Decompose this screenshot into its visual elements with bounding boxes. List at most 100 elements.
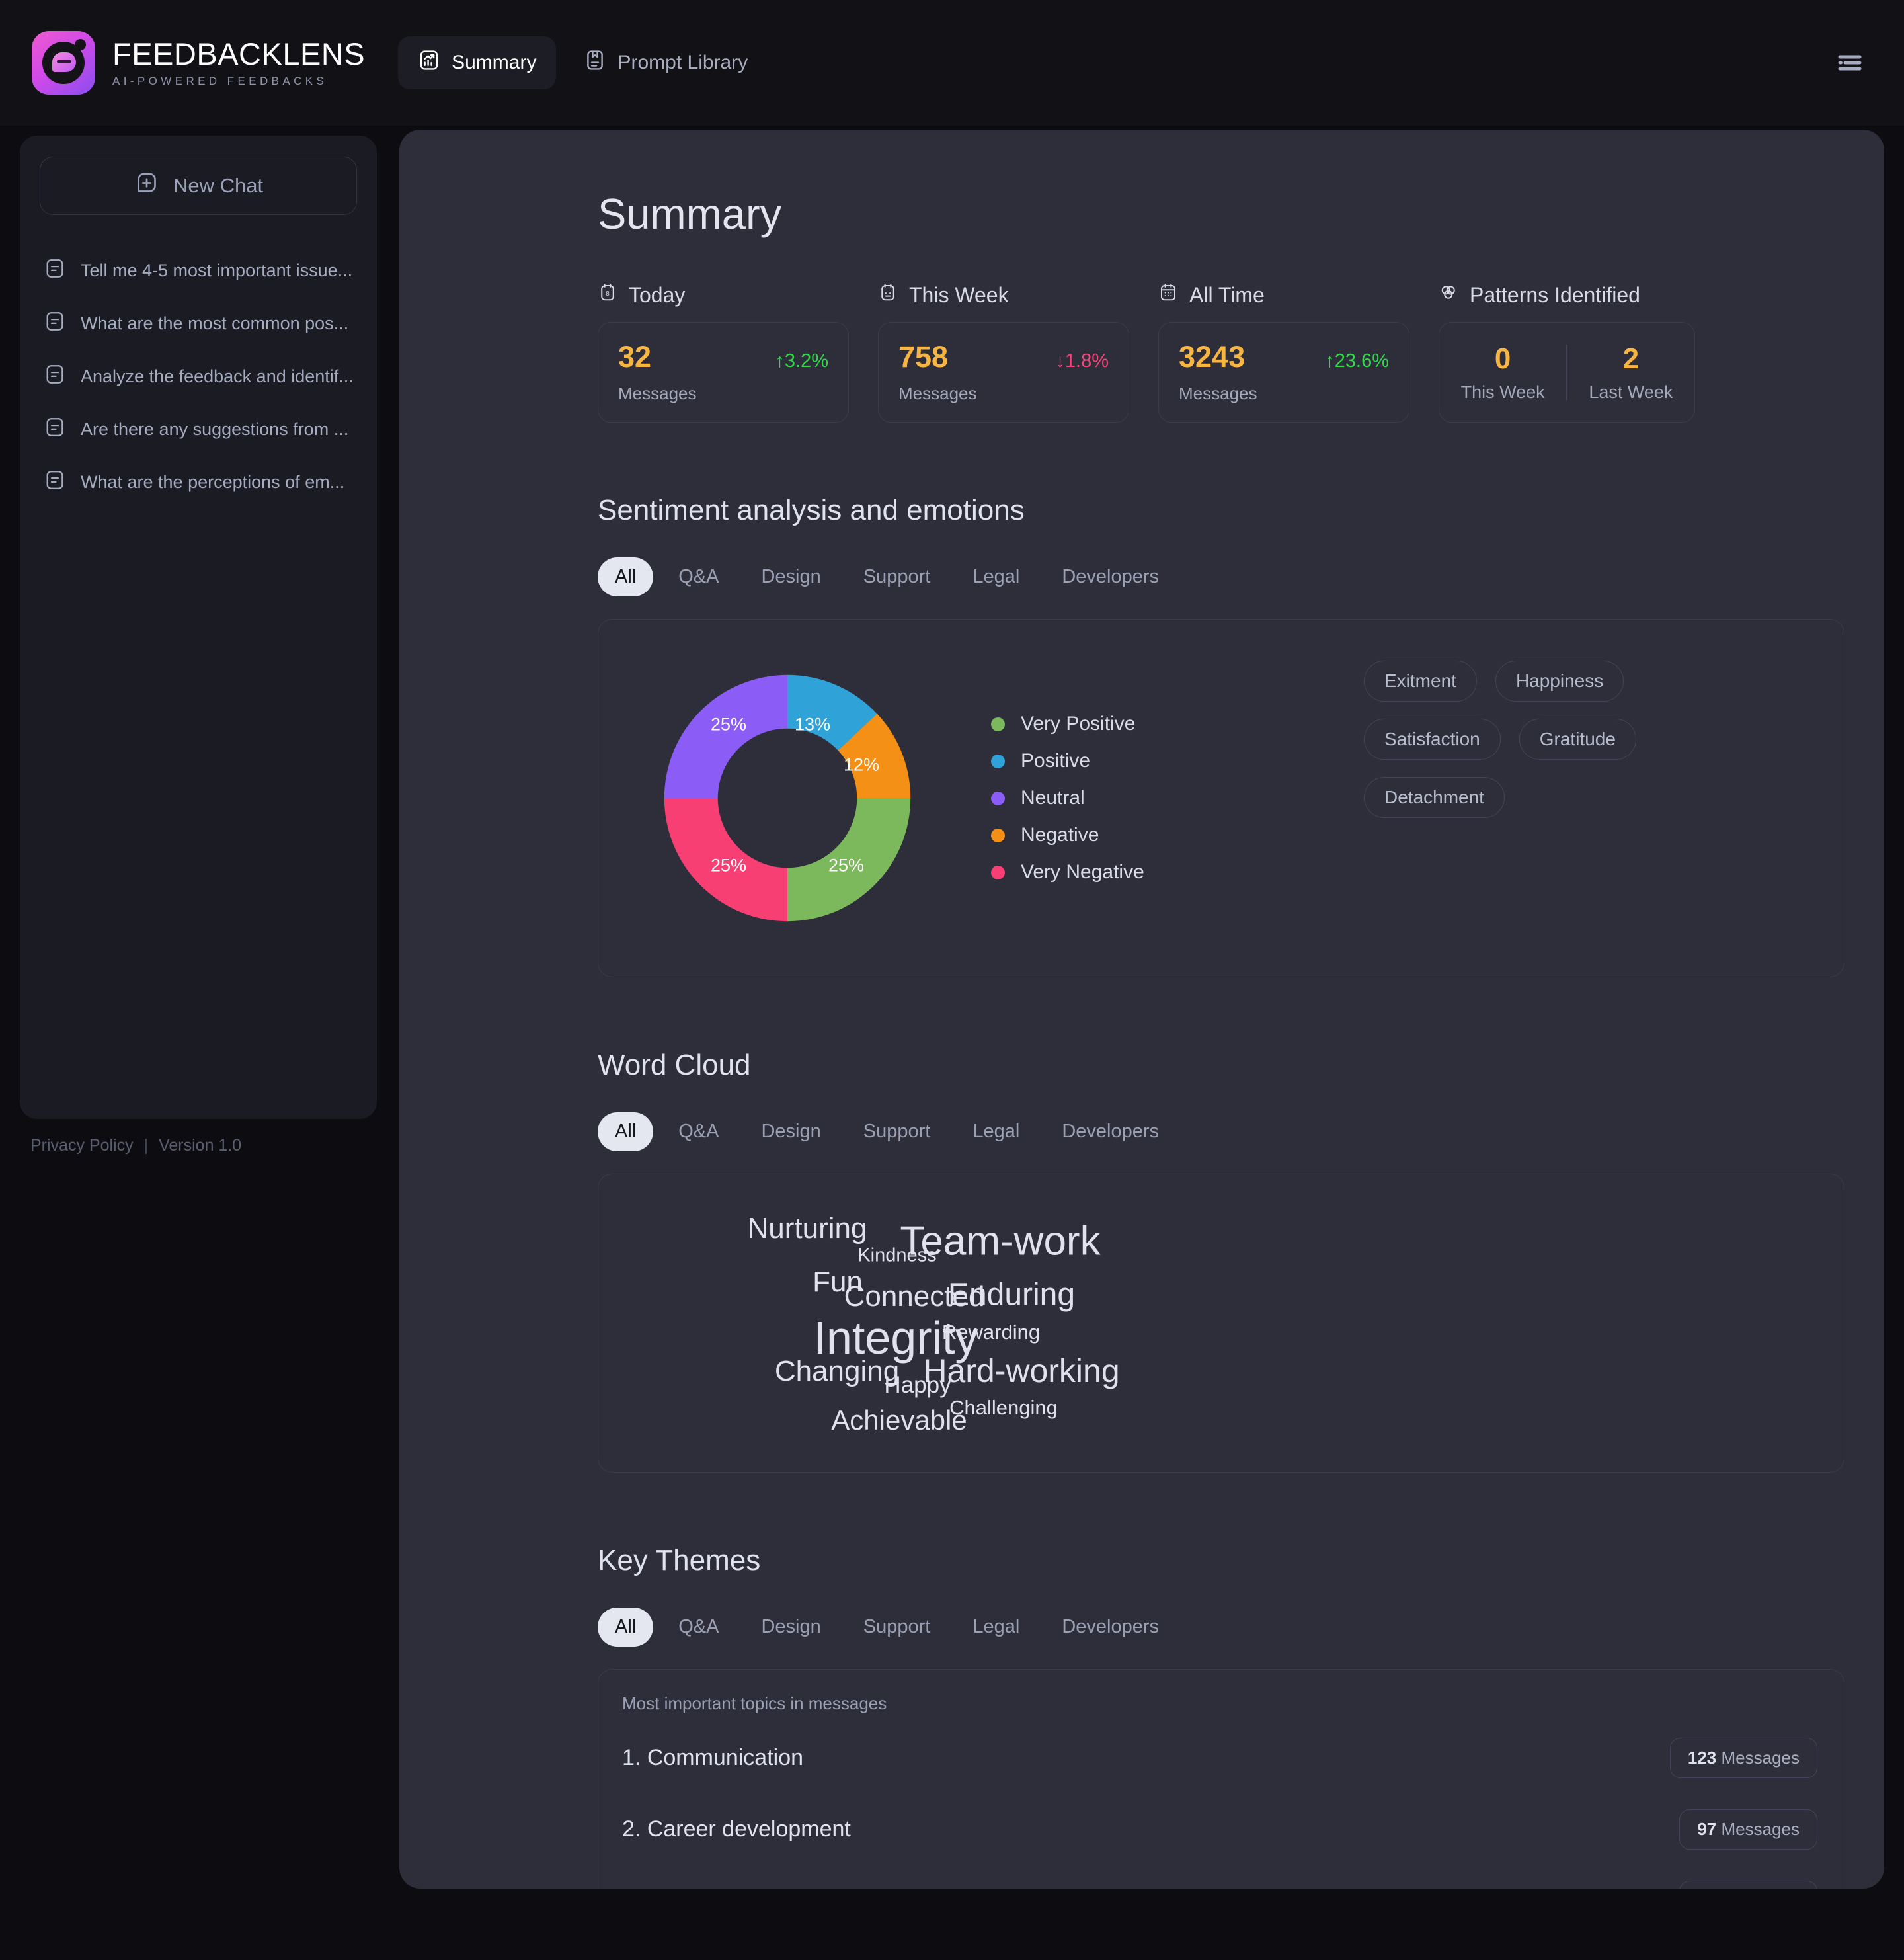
stat-delta: ↓1.8%: [1055, 350, 1109, 372]
theme-name: 1. Communication: [622, 1744, 804, 1770]
themes-tab-legal[interactable]: Legal: [955, 1608, 1037, 1647]
sentiment-tab-legal[interactable]: Legal: [955, 557, 1037, 596]
wordcloud-tab-legal[interactable]: Legal: [955, 1112, 1037, 1151]
themes-tab-all[interactable]: All: [598, 1608, 654, 1647]
sentiment-section-title: Sentiment analysis and emotions: [598, 494, 1025, 526]
chat-history-item[interactable]: Tell me 4-5 most important issue...: [40, 244, 357, 297]
svg-text:8: 8: [606, 290, 610, 298]
stat-card-this-week: This Week 758 ↓1.8% Messages: [878, 282, 1129, 423]
themes-tab-design[interactable]: Design: [744, 1608, 838, 1647]
chat-history-item[interactable]: What are the perceptions of em...: [40, 456, 357, 509]
patterns-this-week-value: 0: [1494, 342, 1511, 375]
theme-name: 2. Career development: [622, 1816, 851, 1842]
brand-tagline: AI-POWERED FEEDBACKS: [112, 74, 328, 87]
wordcloud-word[interactable]: Team-work: [900, 1218, 1100, 1265]
stat-head-label: All Time: [1189, 282, 1265, 307]
new-chat-button[interactable]: New Chat: [40, 157, 357, 215]
calendar-day-icon: 8: [598, 282, 617, 307]
tab-prompt-library-label: Prompt Library: [617, 52, 748, 73]
wordcloud-word[interactable]: Rewarding: [942, 1321, 1040, 1344]
sentiment-tab-all[interactable]: All: [598, 557, 654, 596]
emotion-tag-satisfaction[interactable]: Satisfaction: [1364, 719, 1501, 760]
version-label: Version 1.0: [159, 1136, 242, 1155]
patterns-last-week-value: 2: [1622, 342, 1640, 375]
hamburger-menu-icon[interactable]: [1831, 48, 1868, 78]
sidebar: New Chat Tell me 4-5 most important issu…: [20, 136, 377, 1119]
stat-card-all-time: All Time 3243 ↑23.6% Messages: [1158, 282, 1409, 423]
themes-panel: Most important topics in messages 1. Com…: [598, 1669, 1844, 1889]
chat-document-icon: [44, 257, 66, 284]
theme-row[interactable]: 1. Communication 123 Messages: [622, 1730, 1817, 1785]
venn-circles-icon: [1439, 282, 1458, 307]
emotion-tag-gratitude[interactable]: Gratitude: [1519, 719, 1636, 760]
wordcloud-word[interactable]: Happy: [884, 1372, 951, 1399]
stat-delta: ↑23.6%: [1325, 350, 1389, 372]
chat-history-item-label: Analyze the feedback and identif...: [81, 366, 354, 386]
wordcloud-panel: Nurturing Kindness Team-work Fun Connected En…: [598, 1174, 1844, 1473]
patterns-last-week-label: Last Week: [1589, 382, 1673, 402]
legend-label: Negative: [1021, 824, 1099, 846]
stat-head-label: Today: [629, 282, 686, 307]
donut-slice-very-positive: [787, 798, 911, 922]
legend-item-very-positive: Very Positive: [991, 706, 1144, 743]
legend-item-negative: Negative: [991, 817, 1144, 854]
themes-subtitle: Most important topics in messages: [622, 1694, 887, 1713]
wordcloud-tab-all[interactable]: All: [598, 1112, 654, 1151]
chart-document-icon: [418, 49, 440, 77]
theme-count-badge: 36 Messages: [1679, 1880, 1817, 1889]
sentiment-tab-support[interactable]: Support: [846, 557, 948, 596]
chat-history-item[interactable]: Analyze the feedback and identif...: [40, 350, 357, 403]
legend-label: Positive: [1021, 750, 1091, 772]
sentiment-tab-design[interactable]: Design: [744, 557, 838, 596]
tab-summary[interactable]: Summary: [398, 36, 557, 89]
emotion-tag-happiness[interactable]: Happiness: [1495, 661, 1624, 702]
legend-item-positive: Positive: [991, 743, 1144, 780]
themes-tab-developers[interactable]: Developers: [1045, 1608, 1176, 1647]
legend-item-very-negative: Very Negative: [991, 854, 1144, 891]
wordcloud-section-title: Word Cloud: [598, 1049, 751, 1081]
sentiment-tab-qa[interactable]: Q&A: [661, 557, 736, 596]
stat-value: 3243: [1179, 340, 1246, 374]
stat-label: Messages: [898, 384, 977, 403]
theme-row[interactable]: 3. Workload and overtime 36 Messages: [622, 1873, 1817, 1889]
donut-slice-very-negative: [664, 798, 787, 922]
chat-history-item-label: Tell me 4-5 most important issue...: [81, 260, 353, 280]
legend-swatch: [991, 717, 1005, 731]
sentiment-filter-tabs: All Q&A Design Support Legal Developers: [598, 557, 1844, 596]
tab-summary-label: Summary: [452, 52, 537, 73]
main-panel: Summary 8 Today 32 ↑3.2% Messages This W…: [399, 130, 1884, 1889]
theme-row[interactable]: 2. Career development 97 Messages: [622, 1801, 1817, 1857]
chat-document-icon: [44, 416, 66, 443]
brand-name: FEEDBACKLENS: [112, 36, 366, 72]
page-title: Summary: [598, 190, 782, 238]
themes-section-title: Key Themes: [598, 1544, 761, 1576]
privacy-policy-link[interactable]: Privacy Policy: [30, 1136, 134, 1155]
wordcloud-word[interactable]: Changing: [775, 1355, 899, 1388]
chat-history-item[interactable]: What are the most common pos...: [40, 297, 357, 350]
chat-history-list: Tell me 4-5 most important issue... What…: [40, 244, 357, 509]
sentiment-tab-developers[interactable]: Developers: [1045, 557, 1176, 596]
tab-prompt-library[interactable]: Prompt Library: [564, 36, 768, 89]
calendar-grid-icon: [1158, 282, 1178, 307]
emotion-tag-exitment[interactable]: Exitment: [1364, 661, 1477, 702]
wordcloud-filter-tabs: All Q&A Design Support Legal Developers: [598, 1112, 1844, 1151]
wordcloud-tab-developers[interactable]: Developers: [1045, 1112, 1176, 1151]
wordcloud-tab-design[interactable]: Design: [744, 1112, 838, 1151]
wordcloud-tab-support[interactable]: Support: [846, 1112, 948, 1151]
legend-swatch: [991, 828, 1005, 842]
emotion-tag-detachment[interactable]: Detachment: [1364, 777, 1505, 818]
themes-tab-support[interactable]: Support: [846, 1608, 948, 1647]
chat-document-icon: [44, 469, 66, 496]
wordcloud-tab-qa[interactable]: Q&A: [661, 1112, 736, 1151]
wordcloud-word[interactable]: Achievable: [831, 1405, 967, 1436]
legend-swatch: [991, 791, 1005, 805]
wordcloud-word[interactable]: Nurturing: [748, 1212, 867, 1245]
wordcloud-word[interactable]: Hard-working: [923, 1352, 1119, 1390]
wordcloud-word[interactable]: Enduring: [948, 1277, 1075, 1313]
patterns-this-week-label: This Week: [1460, 382, 1545, 402]
themes-tab-qa[interactable]: Q&A: [661, 1608, 736, 1647]
emotion-tags: Exitment Happiness Satisfaction Gratitud…: [1364, 661, 1813, 835]
chat-history-item[interactable]: Are there any suggestions from ...: [40, 403, 357, 456]
app-header: FEEDBACKLENS AI-POWERED FEEDBACKS Summar…: [0, 0, 1904, 126]
stat-card-patterns: Patterns Identified 0 This Week 2 Last W…: [1439, 282, 1695, 423]
